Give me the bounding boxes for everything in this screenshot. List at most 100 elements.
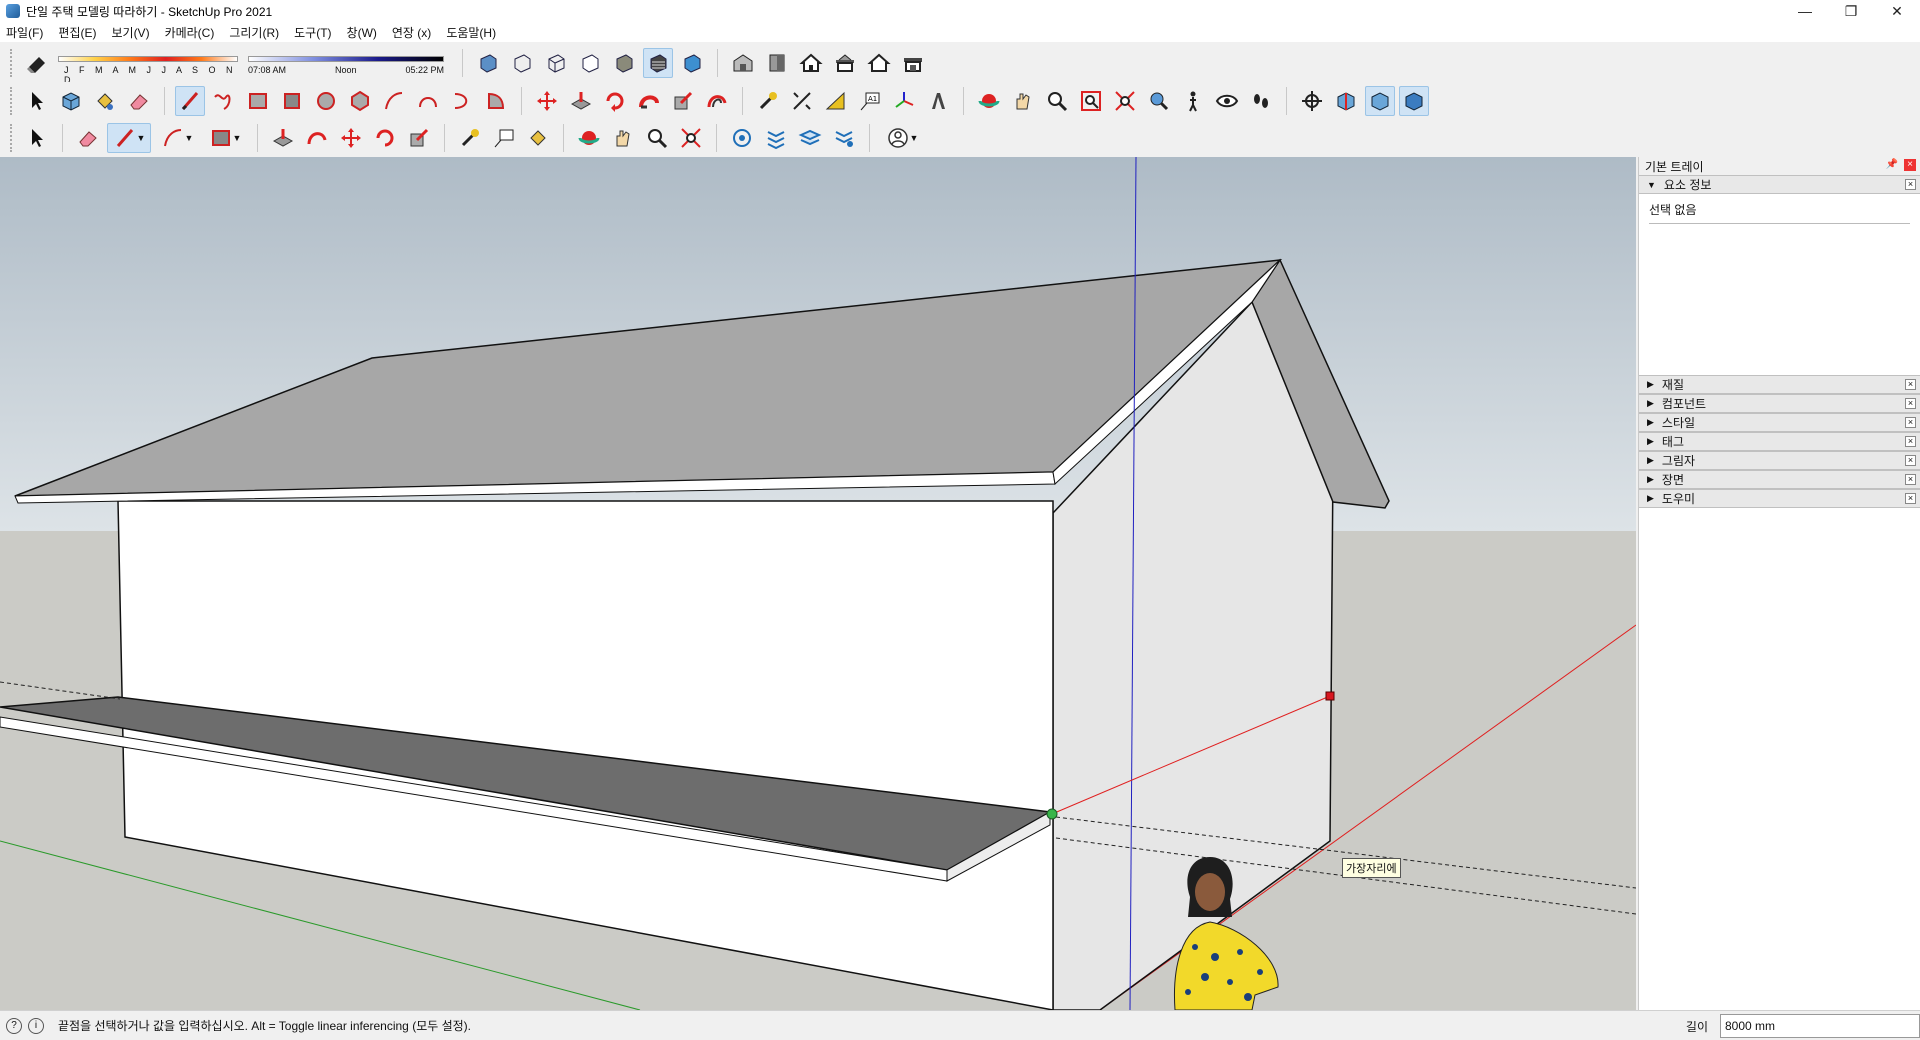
select-tool-icon-2[interactable] (22, 123, 52, 153)
rotated-rectangle-icon[interactable] (277, 86, 307, 116)
pie-tool-icon[interactable] (481, 86, 511, 116)
time-slider[interactable]: 07:08 AM Noon 05:22 PM (244, 48, 444, 78)
chevron-down-icon[interactable]: ▼ (185, 133, 194, 143)
chevron-down-icon[interactable]: ▼ (137, 133, 146, 143)
menu-camera[interactable]: 카메라(C) (165, 24, 215, 41)
zoom-tool-icon-2[interactable] (642, 123, 672, 153)
3d-text-icon[interactable] (923, 86, 953, 116)
display-section-planes-icon[interactable] (1331, 86, 1361, 116)
menu-draw[interactable]: 그리기(R) (229, 24, 279, 41)
hidden-line-style-icon[interactable] (575, 48, 605, 78)
right-view-icon[interactable] (830, 48, 860, 78)
eraser-icon-2[interactable] (73, 123, 103, 153)
zoom-extents-icon[interactable] (1110, 86, 1140, 116)
shaded-style-icon[interactable] (609, 48, 639, 78)
paint-bucket-icon-2[interactable] (523, 123, 553, 153)
circle-tool-icon[interactable] (311, 86, 341, 116)
scale-tool-icon-2[interactable] (404, 123, 434, 153)
push-pull-icon[interactable] (566, 86, 596, 116)
scene-canvas[interactable] (0, 157, 1636, 1010)
menu-help[interactable]: 도움말(H) (446, 24, 496, 41)
pan-tool-icon[interactable] (1008, 86, 1038, 116)
axes-tool-icon[interactable] (889, 86, 919, 116)
shadow-toggle-icon[interactable] (22, 48, 52, 78)
scale-tool-icon[interactable] (668, 86, 698, 116)
panel-close-button[interactable]: × (1905, 379, 1916, 390)
back-edges-style-icon[interactable] (507, 48, 537, 78)
warehouse-icon[interactable] (727, 123, 757, 153)
menu-extensions[interactable]: 연장 (x) (392, 24, 431, 41)
menu-window[interactable]: 창(W) (347, 24, 377, 41)
panel-styles[interactable]: ▶ 스타일 × (1639, 413, 1920, 432)
layers-icon[interactable] (795, 123, 825, 153)
look-around-icon[interactable] (1212, 86, 1242, 116)
eraser-icon[interactable] (124, 86, 154, 116)
select-tool-icon[interactable] (22, 86, 52, 116)
dimension-tool-icon[interactable] (787, 86, 817, 116)
top-view-icon[interactable] (762, 48, 792, 78)
panel-close-button[interactable]: × (1905, 474, 1916, 485)
panel-close-button[interactable]: × (1905, 436, 1916, 447)
move-tool-icon-2[interactable] (336, 123, 366, 153)
protractor-icon[interactable] (821, 86, 851, 116)
wireframe-style-icon[interactable] (541, 48, 571, 78)
orbit-tool-icon[interactable] (974, 86, 1004, 116)
polygon-tool-icon[interactable] (345, 86, 375, 116)
panel-entity-info-header[interactable]: ▼ 요소 정보 × (1639, 175, 1920, 194)
modeling-viewport[interactable]: 가장자리에 (0, 157, 1636, 1010)
footprints-icon[interactable] (1246, 86, 1276, 116)
section-plane-icon[interactable] (1297, 86, 1327, 116)
account-icon[interactable]: ▼ (880, 123, 924, 153)
back-view-icon[interactable] (864, 48, 894, 78)
panel-instructor[interactable]: ▶ 도우미 × (1639, 489, 1920, 508)
month-slider[interactable]: J F M A M J J A S O N D (54, 48, 244, 85)
shaded-textures-style-icon[interactable] (643, 48, 673, 78)
rectangle-tool-icon-2[interactable]: ▼ (203, 123, 247, 153)
panel-tags[interactable]: ▶ 태그 × (1639, 432, 1920, 451)
menu-view[interactable]: 보기(V) (111, 24, 149, 41)
menu-edit[interactable]: 편집(E) (58, 24, 96, 41)
text-tool-icon[interactable]: A1 (855, 86, 885, 116)
front-view-icon[interactable] (796, 48, 826, 78)
info-icon[interactable]: i (28, 1017, 44, 1034)
freehand-tool-icon[interactable] (209, 86, 239, 116)
arc-tool-icon[interactable] (379, 86, 409, 116)
rotate-tool-icon[interactable] (600, 86, 630, 116)
zoom-window-icon[interactable] (1076, 86, 1106, 116)
push-pull-icon-2[interactable] (268, 123, 298, 153)
monochrome-style-icon[interactable] (677, 48, 707, 78)
menu-tools[interactable]: 도구(T) (294, 24, 331, 41)
display-section-cuts-icon[interactable] (1365, 86, 1395, 116)
position-camera-icon[interactable] (1144, 86, 1174, 116)
minimize-button[interactable]: — (1782, 0, 1828, 22)
offset-tool-icon-2[interactable] (302, 123, 332, 153)
panel-close-button[interactable]: × (1905, 493, 1916, 504)
xray-style-icon[interactable] (473, 48, 503, 78)
walk-tool-icon[interactable] (1178, 86, 1208, 116)
measurement-input[interactable]: 8000 mm (1720, 1014, 1920, 1038)
paint-bucket-icon[interactable] (90, 86, 120, 116)
geo-location-icon[interactable]: ? (6, 1017, 22, 1034)
panel-close-button[interactable]: × (1905, 455, 1916, 466)
pin-icon[interactable]: 📌 (1886, 159, 1898, 170)
zoom-tool-icon[interactable] (1042, 86, 1072, 116)
line-tool-icon[interactable] (175, 86, 205, 116)
arc-tool-icon-2[interactable]: ▼ (155, 123, 199, 153)
extension-warehouse-icon[interactable] (761, 123, 791, 153)
panel-close-button[interactable]: × (1905, 417, 1916, 428)
tray-close-button[interactable]: × (1904, 159, 1916, 171)
tape-measure-icon[interactable] (753, 86, 783, 116)
menu-file[interactable]: 파일(F) (6, 24, 43, 41)
panel-materials[interactable]: ▶ 재질 × (1639, 375, 1920, 394)
left-view-icon[interactable] (898, 48, 928, 78)
display-section-fill-icon[interactable] (1399, 86, 1429, 116)
text-tool-icon-2[interactable] (489, 123, 519, 153)
panel-close-button[interactable]: × (1905, 398, 1916, 409)
chevron-down-icon[interactable]: ▼ (910, 133, 919, 143)
move-tool-icon[interactable] (532, 86, 562, 116)
follow-me-icon[interactable] (634, 86, 664, 116)
close-button[interactable]: ✕ (1874, 0, 1920, 22)
extension-manager-icon[interactable] (829, 123, 859, 153)
rectangle-tool-icon[interactable] (243, 86, 273, 116)
orbit-tool-icon-2[interactable] (574, 123, 604, 153)
